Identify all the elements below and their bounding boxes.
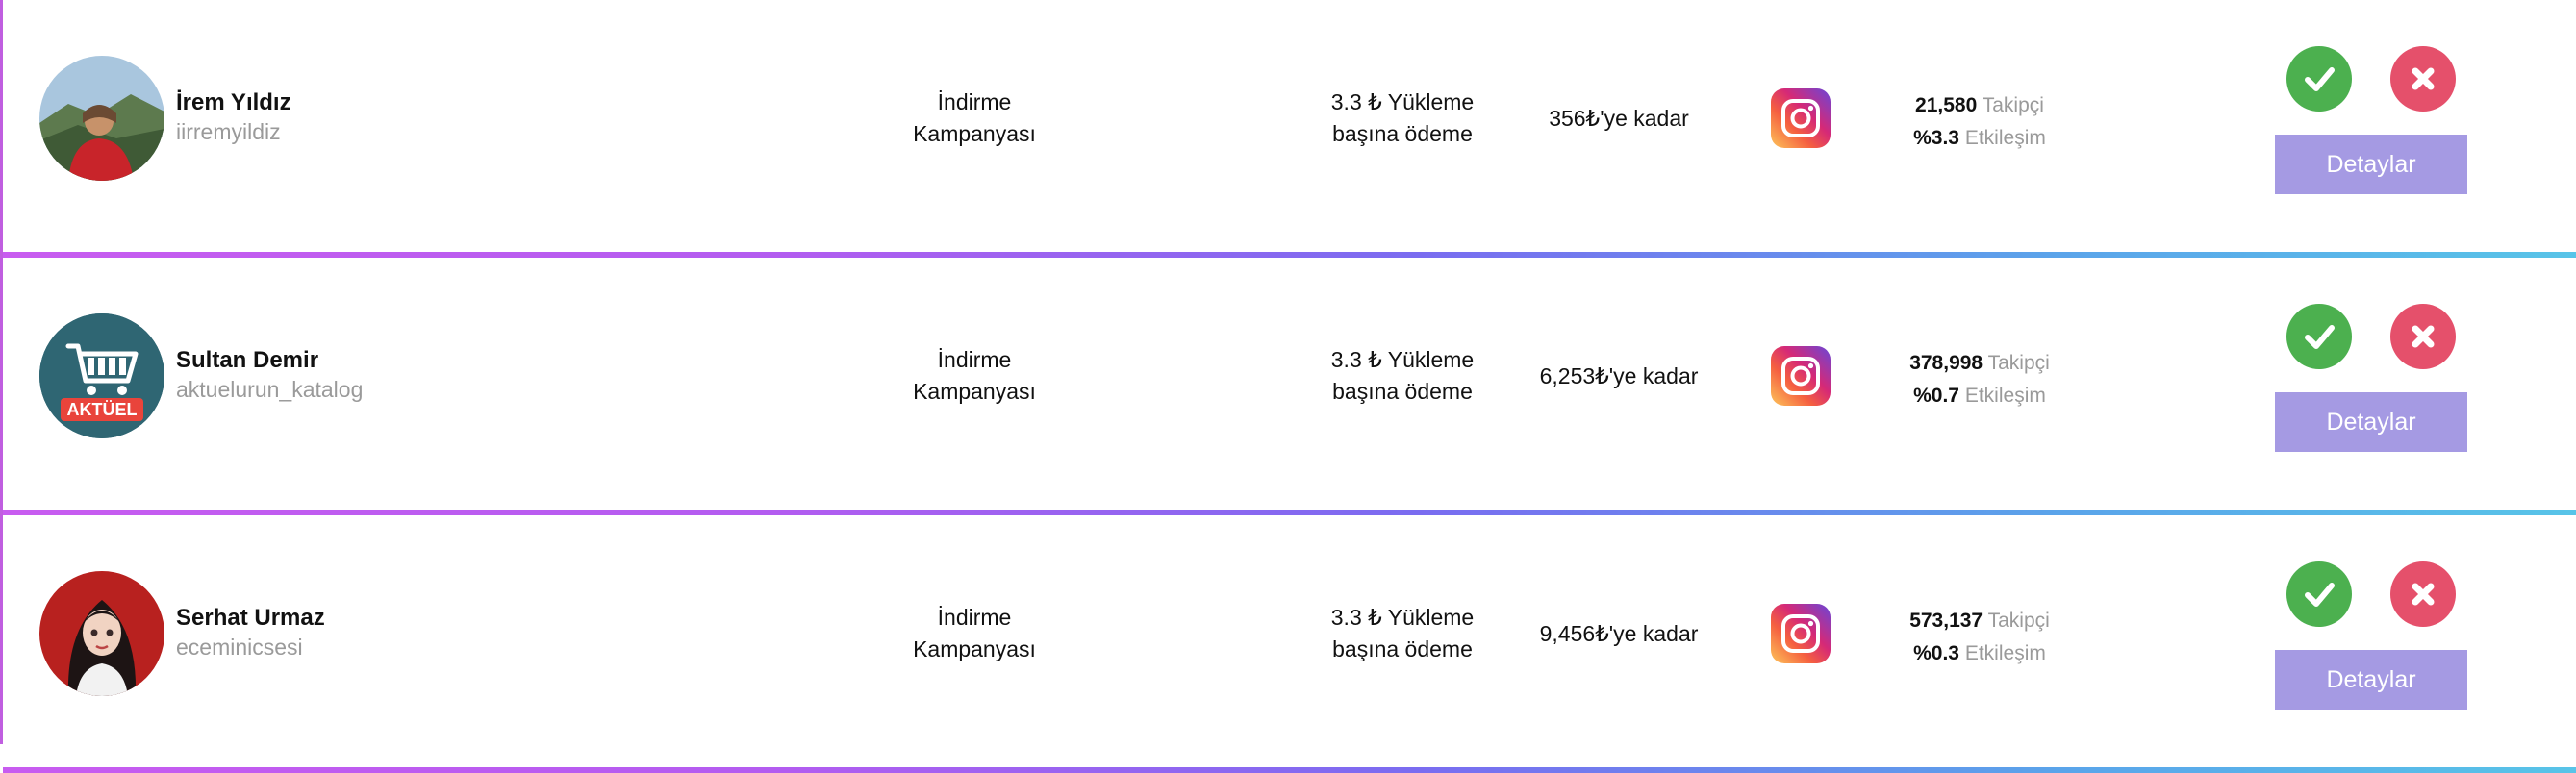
user-name: Serhat Urmaz	[176, 605, 325, 631]
reject-button[interactable]	[2390, 46, 2456, 112]
influencer-list: İrem Yıldız iirremyildiz İndirme Kampany…	[0, 0, 2576, 773]
campaign-line: Kampanyası	[913, 636, 1036, 661]
campaign-type: İndirme Kampanyası	[869, 87, 1080, 150]
approve-button[interactable]	[2286, 304, 2352, 369]
details-button[interactable]: Detaylar	[2275, 135, 2467, 194]
close-icon	[2412, 325, 2435, 348]
payment-line: 3.3 ₺ Yükleme	[1330, 89, 1475, 114]
details-button[interactable]: Detaylar	[2275, 650, 2467, 710]
payment-line: 3.3 ₺ Yükleme	[1330, 347, 1475, 372]
check-icon	[2305, 67, 2335, 91]
approve-button[interactable]	[2286, 561, 2352, 627]
payment-line: başına ödeme	[1332, 636, 1473, 661]
user-info: Sultan Demir aktuelurun_katalog	[176, 346, 363, 404]
avatar	[39, 571, 164, 696]
details-button[interactable]: Detaylar	[2275, 392, 2467, 452]
instagram-icon	[1771, 346, 1831, 406]
close-icon	[2412, 67, 2435, 90]
influencer-row: Serhat Urmaz eceminicsesi İndirme Kampan…	[3, 515, 2576, 767]
payment-model: 3.3 ₺ Yükleme başına ödeme	[1311, 344, 1494, 408]
payment-model: 3.3 ₺ Yükleme başına ödeme	[1311, 87, 1494, 150]
user-handle: aktuelurun_katalog	[176, 377, 364, 402]
campaign-line: İndirme	[937, 89, 1012, 114]
user-name: Sultan Demir	[176, 347, 319, 373]
followers-label: Takipçi	[1987, 352, 2050, 374]
engagement-rate: %0.3	[1913, 642, 1959, 664]
campaign-line: İndirme	[937, 347, 1012, 372]
approve-button[interactable]	[2286, 46, 2352, 112]
user-name: İrem Yıldız	[176, 89, 291, 115]
budget-limit: 356₺'ye kadar	[1549, 106, 1689, 131]
payment-line: başına ödeme	[1332, 379, 1473, 404]
check-icon	[2305, 583, 2335, 607]
influencer-row: AKTÜEL Sultan Demir aktuelurun_katalog İ…	[3, 258, 2576, 510]
audience-stats: 21,580 Takipçi %3.3 Etkileşim	[1898, 89, 2061, 155]
budget-limit: 9,456₺'ye kadar	[1539, 621, 1699, 646]
check-icon	[2305, 325, 2335, 349]
avatar	[39, 56, 164, 181]
followers-label: Takipçi	[1982, 94, 2044, 116]
engagement-rate: %0.7	[1913, 385, 1959, 407]
campaign-line: İndirme	[937, 605, 1012, 630]
reject-button[interactable]	[2390, 304, 2456, 369]
campaign-line: Kampanyası	[913, 121, 1036, 146]
payment-line: başına ödeme	[1332, 121, 1473, 146]
instagram-icon	[1771, 88, 1831, 148]
reject-button[interactable]	[2390, 561, 2456, 627]
followers-count: 21,580	[1915, 94, 1978, 116]
followers-count: 378,998	[1909, 352, 1983, 374]
engagement-label: Etkileşim	[1964, 127, 2046, 149]
campaign-type: İndirme Kampanyası	[869, 344, 1080, 408]
avatar-logo-text: AKTÜEL	[67, 400, 138, 419]
user-handle: eceminicsesi	[176, 635, 303, 660]
followers-count: 573,137	[1909, 610, 1983, 632]
campaign-line: Kampanyası	[913, 379, 1036, 404]
instagram-icon	[1771, 604, 1831, 663]
engagement-label: Etkileşim	[1964, 385, 2046, 407]
engagement-rate: %3.3	[1913, 127, 1959, 149]
row-divider	[3, 767, 2576, 773]
user-handle: iirremyildiz	[176, 119, 281, 144]
close-icon	[2412, 583, 2435, 606]
payment-model: 3.3 ₺ Yükleme başına ödeme	[1311, 602, 1494, 665]
avatar: AKTÜEL	[39, 313, 164, 438]
engagement-label: Etkileşim	[1964, 642, 2046, 664]
user-info: İrem Yıldız iirremyildiz	[176, 88, 291, 146]
followers-label: Takipçi	[1987, 610, 2050, 632]
influencer-row: İrem Yıldız iirremyildiz İndirme Kampany…	[3, 0, 2576, 252]
audience-stats: 378,998 Takipçi %0.7 Etkileşim	[1898, 347, 2061, 412]
campaign-type: İndirme Kampanyası	[869, 602, 1080, 665]
budget-limit: 6,253₺'ye kadar	[1539, 363, 1699, 388]
audience-stats: 573,137 Takipçi %0.3 Etkileşim	[1898, 605, 2061, 670]
payment-line: 3.3 ₺ Yükleme	[1330, 605, 1475, 630]
user-info: Serhat Urmaz eceminicsesi	[176, 604, 325, 661]
